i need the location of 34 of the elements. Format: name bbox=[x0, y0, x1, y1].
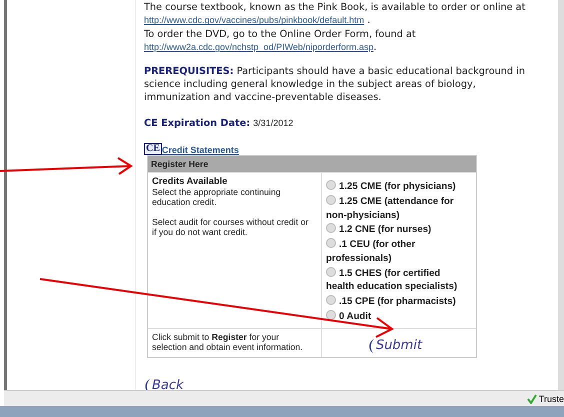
credit-statements-link[interactable]: Credit Statements bbox=[162, 145, 239, 156]
radio-button[interactable] bbox=[326, 223, 336, 234]
credit-option[interactable]: .1 CEU (for other professionals) bbox=[326, 238, 464, 266]
audit-text: Select audit for courses without credit or if you do not want credit. bbox=[152, 216, 309, 238]
prerequisites-text: PREREQUISITES: Participants should have a basic educational background in science including general knowledge in the subject areas of biology, immunization and vaccine-preventable diseases. bbox=[144, 64, 526, 105]
credit-option[interactable]: 1.5 CHES (for certified health education specialists) bbox=[326, 266, 464, 294]
swoosh-icon bbox=[144, 378, 151, 390]
submit-instructions: Click submit to Register for your selection and obtain event information. bbox=[152, 332, 304, 353]
punctuation-text: . bbox=[366, 15, 370, 26]
radio-button[interactable] bbox=[326, 195, 336, 206]
radio-button[interactable] bbox=[326, 295, 336, 305]
credit-option[interactable]: 1.25 CME (for physicians) bbox=[326, 180, 464, 194]
submit-button[interactable]: Submit bbox=[368, 338, 422, 354]
check-icon bbox=[526, 394, 537, 404]
table-header: Register Here bbox=[148, 156, 476, 172]
zone-text: Truste bbox=[538, 394, 564, 404]
radio-button[interactable] bbox=[326, 266, 336, 277]
credit-option[interactable]: .15 CPE (for pharmacists) bbox=[326, 295, 464, 308]
swoosh-icon bbox=[368, 338, 375, 354]
credit-option[interactable]: 1.25 CME (attendance for non-physicians) bbox=[326, 195, 464, 222]
credits-text: Credits Available Select the appropriate continuing education credit. bbox=[152, 176, 282, 208]
ce-badge: CE bbox=[144, 143, 162, 156]
dvd-text: To order the DVD, go to the Online Order Form, found at bbox=[144, 28, 417, 42]
punctuation-text: . bbox=[373, 42, 377, 54]
textbook-text: The course textbook, known as the Pink Book, is available to order or online at bbox=[144, 1, 526, 14]
radio-button[interactable] bbox=[326, 180, 336, 190]
expiration-text: CE Expiration Date: 3/31/2012 bbox=[144, 116, 294, 130]
radio-button[interactable] bbox=[326, 238, 336, 248]
pinkbook-link[interactable]: http://www.cdc.gov/vaccines/pubs/pinkbook/default.htm bbox=[144, 15, 364, 26]
radio-button[interactable] bbox=[326, 310, 336, 320]
back-button[interactable]: Back bbox=[144, 378, 184, 390]
credit-option[interactable]: 1.2 CNE (for nurses) bbox=[326, 223, 464, 237]
order-form-link[interactable]: http://www2a.cdc.gov/nchstp_od/PIWeb/niporderform.asp bbox=[144, 42, 374, 52]
credit-option[interactable]: 0 Audit bbox=[326, 310, 464, 324]
